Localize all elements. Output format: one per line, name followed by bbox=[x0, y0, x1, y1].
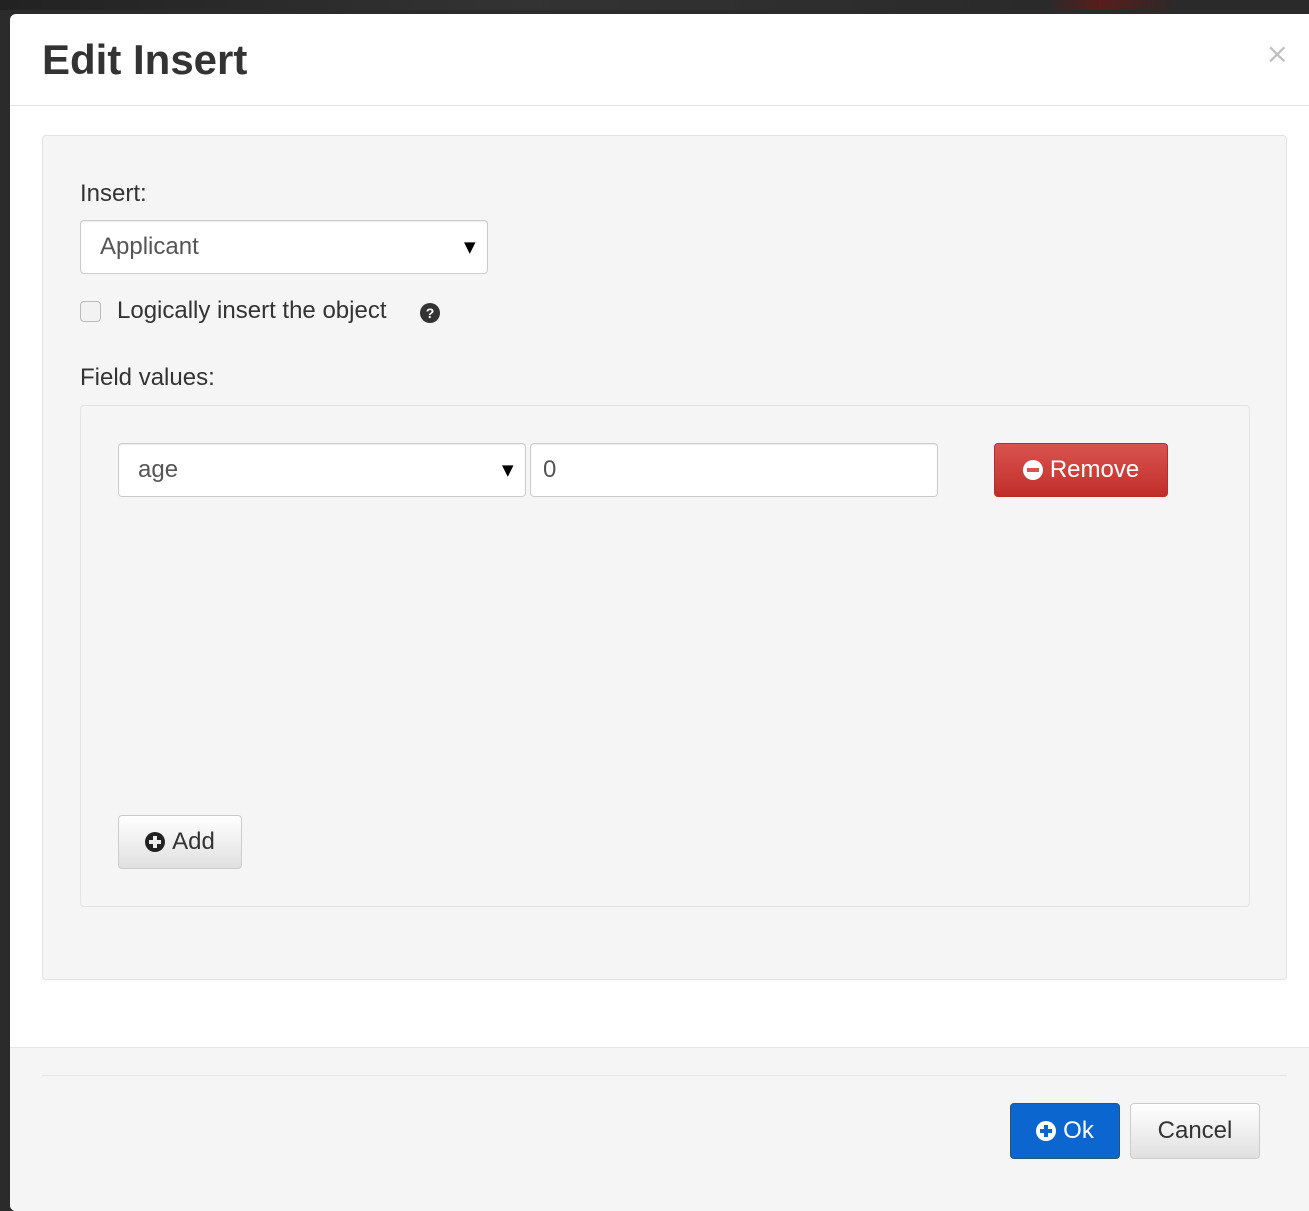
modal-header: Edit Insert × bbox=[10, 14, 1309, 106]
insert-label: Insert: bbox=[80, 180, 147, 207]
close-icon[interactable]: × bbox=[1266, 40, 1289, 68]
ok-button[interactable]: Ok bbox=[1010, 1103, 1120, 1159]
field-name-selected-value: age bbox=[138, 456, 179, 483]
minus-circle-icon bbox=[1022, 460, 1043, 480]
field-value-input[interactable]: 0 bbox=[530, 443, 938, 497]
insert-form-panel: Insert: Applicant ▼ Logically insert the… bbox=[42, 135, 1287, 980]
cancel-button-label: Cancel bbox=[1157, 1117, 1233, 1144]
page-backdrop bbox=[0, 0, 1309, 10]
field-value-text: 0 bbox=[543, 456, 557, 483]
logical-insert-checkbox[interactable] bbox=[80, 301, 101, 322]
logical-insert-label: Logically insert the object bbox=[117, 297, 387, 324]
caret-down-icon: ▼ bbox=[464, 238, 476, 256]
insert-type-select[interactable]: Applicant ▼ bbox=[80, 220, 488, 274]
caret-down-icon: ▼ bbox=[502, 461, 514, 479]
plus-circle-icon bbox=[145, 832, 166, 852]
field-name-select[interactable]: age ▼ bbox=[118, 443, 526, 497]
question-circle-icon[interactable]: ? bbox=[420, 303, 440, 323]
cancel-button[interactable]: Cancel bbox=[1130, 1103, 1260, 1159]
plus-circle-icon bbox=[1036, 1121, 1057, 1141]
add-button-label: Add bbox=[172, 828, 215, 855]
field-values-panel: age ▼ 0 Remove Add bbox=[80, 405, 1250, 907]
remove-button[interactable]: Remove bbox=[994, 443, 1168, 497]
edit-insert-dialog: Edit Insert × Insert: Applicant ▼ Logica… bbox=[10, 14, 1309, 1211]
footer-divider bbox=[42, 1075, 1287, 1076]
insert-type-selected-value: Applicant bbox=[100, 233, 199, 260]
field-values-label: Field values: bbox=[80, 364, 215, 391]
modal-title: Edit Insert bbox=[42, 36, 248, 83]
add-button[interactable]: Add bbox=[118, 815, 242, 869]
modal-footer: Ok Cancel bbox=[10, 1047, 1309, 1211]
ok-button-label: Ok bbox=[1063, 1117, 1094, 1144]
remove-button-label: Remove bbox=[1049, 456, 1140, 483]
